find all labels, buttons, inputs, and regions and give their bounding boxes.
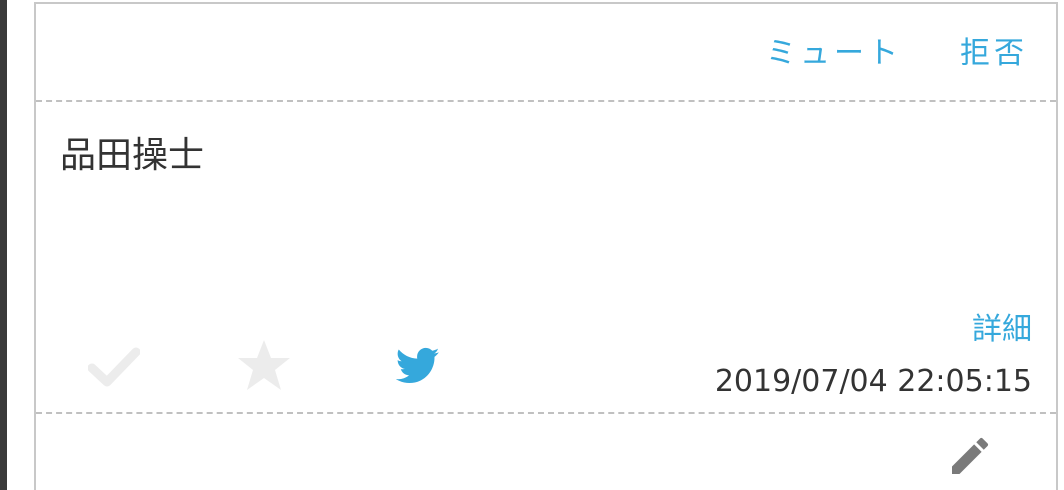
star-icon[interactable] xyxy=(236,338,292,392)
pencil-icon[interactable] xyxy=(946,432,994,480)
dashed-divider-top xyxy=(36,100,1056,102)
user-name: 品田操士 xyxy=(60,135,205,176)
detail-link[interactable]: 詳細 xyxy=(972,310,1032,350)
user-card: ミュート 拒否 品田操士 詳細 2019/07/04 22:05:15 xyxy=(34,2,1058,490)
reject-button[interactable]: 拒否 xyxy=(960,34,1028,74)
card-actions: ミュート 拒否 xyxy=(766,34,1028,74)
timestamp: 2019/07/04 22:05:15 xyxy=(714,364,1032,399)
screen: ミュート 拒否 品田操士 詳細 2019/07/04 22:05:15 xyxy=(0,0,1064,490)
mute-button[interactable]: ミュート xyxy=(766,34,902,74)
twitter-bird-icon[interactable] xyxy=(395,346,440,386)
check-icon[interactable] xyxy=(87,344,141,388)
left-edge-bar xyxy=(0,0,7,490)
left-gutter xyxy=(7,0,34,490)
dashed-divider-bottom xyxy=(36,412,1056,414)
